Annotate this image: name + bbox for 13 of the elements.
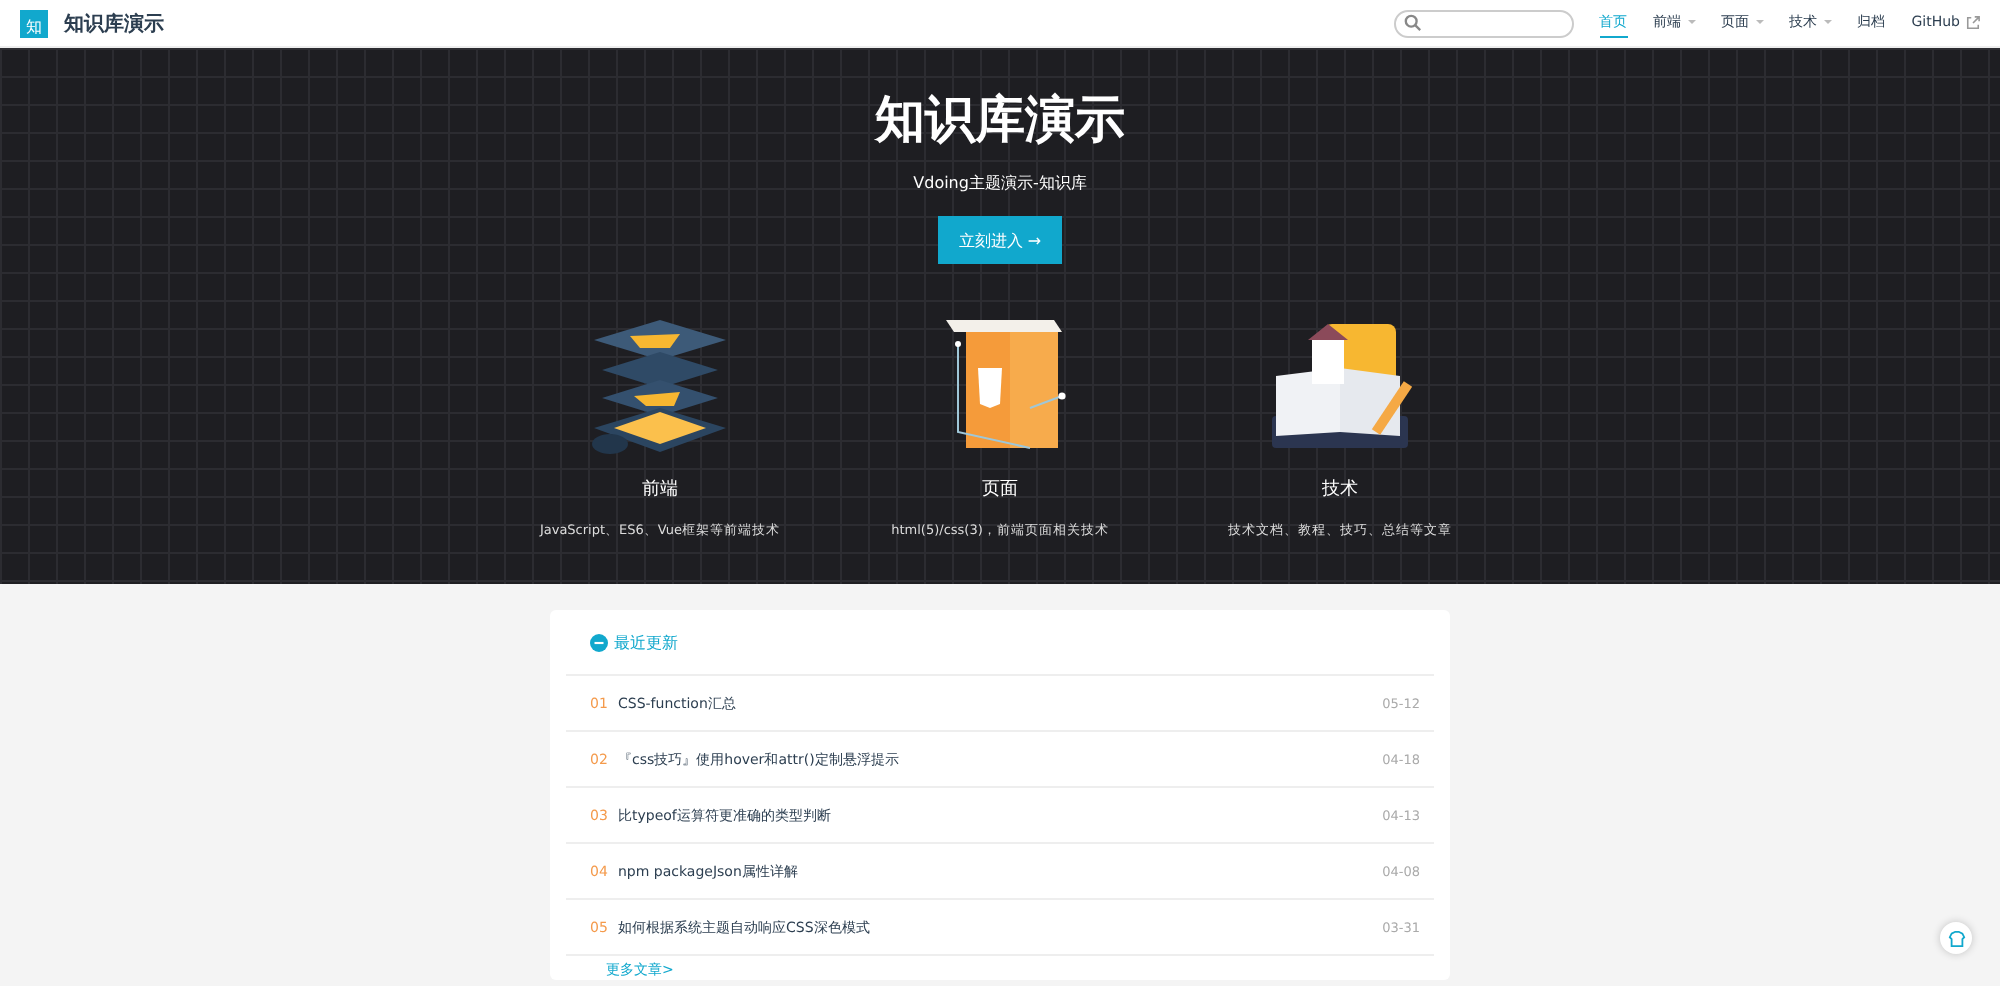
search-icon xyxy=(1403,14,1422,32)
hero-title: 知识库演示 xyxy=(875,88,1125,152)
search-field[interactable] xyxy=(1393,9,1574,37)
theme-toggle-button[interactable] xyxy=(1940,922,1972,954)
site-title[interactable]: 知识库演示 xyxy=(64,9,164,37)
shirt-icon xyxy=(1947,929,1965,947)
feature-title: 技术 xyxy=(1322,477,1358,502)
feature-title: 前端 xyxy=(642,477,678,502)
feature-title: 页面 xyxy=(982,478,1018,502)
hero-subtitle: Vdoing主题演示-知识库 xyxy=(913,172,1087,194)
layers-icon xyxy=(590,316,730,460)
external-link-icon xyxy=(1966,15,1980,29)
section-title: 最近更新 xyxy=(614,631,678,653)
